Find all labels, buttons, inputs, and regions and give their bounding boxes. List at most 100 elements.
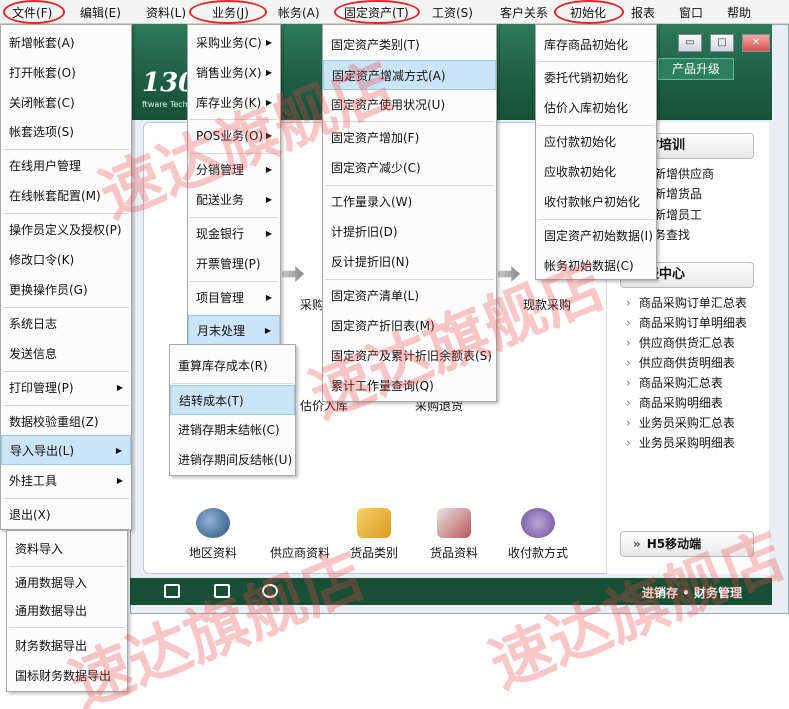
- report-link[interactable]: › 业务员采购汇总表: [626, 414, 735, 431]
- fixed-assets-item[interactable]: 固定资产使用状况(U): [323, 90, 496, 120]
- report-link[interactable]: › 商品采购订单明细表: [626, 314, 747, 331]
- file-menu-item[interactable]: 更换操作员(G): [1, 275, 131, 305]
- menu-payroll[interactable]: 工资(S): [432, 4, 473, 21]
- training-item[interactable]: 新增货品: [654, 185, 702, 202]
- business-menu-item[interactable]: 项目管理 ▶: [188, 283, 280, 313]
- business-menu-item[interactable]: 库存业务(K) ▶: [188, 88, 280, 118]
- month-end-item[interactable]: 进销存期末结帐(C): [170, 415, 295, 445]
- file-menu-item[interactable]: 打开帐套(O): [1, 58, 131, 88]
- report-link[interactable]: › 商品采购明细表: [626, 394, 723, 411]
- init-menu-item[interactable]: 应付款初始化: [536, 127, 656, 157]
- upgrade-button[interactable]: 产品升级: [658, 58, 734, 80]
- file-menu-item[interactable]: 外挂工具 ▶: [1, 466, 131, 496]
- menu-separator: [3, 371, 129, 372]
- menu-edit[interactable]: 编辑(E): [80, 4, 121, 21]
- menu-reports[interactable]: 报表: [631, 4, 655, 21]
- report-link[interactable]: › 商品采购汇总表: [626, 374, 723, 391]
- import-export-item[interactable]: 资料导入: [7, 534, 127, 564]
- month-end-item[interactable]: 进销存期间反结帐(U): [170, 445, 295, 475]
- fixed-assets-item[interactable]: 累计工作量查询(Q): [323, 371, 496, 401]
- minimize-button[interactable]: ▭: [678, 34, 702, 52]
- file-menu-item[interactable]: 退出(X): [1, 500, 131, 530]
- report-link[interactable]: › 供应商供货汇总表: [626, 334, 735, 351]
- menu-accounts[interactable]: 帐务(A): [278, 4, 320, 21]
- file-menu-item[interactable]: 系统日志: [1, 309, 131, 339]
- init-menu-item[interactable]: 固定资产初始数据(I): [536, 221, 656, 251]
- file-menu-item[interactable]: 帐套选项(S): [1, 117, 131, 147]
- region-data-shortcut[interactable]: 地区资料: [180, 508, 246, 561]
- fixed-assets-item[interactable]: 固定资产减少(C): [323, 153, 496, 183]
- menu-help[interactable]: 帮助: [727, 4, 751, 21]
- book-icon[interactable]: [164, 584, 180, 598]
- init-menu-item[interactable]: 委托代销初始化: [536, 63, 656, 93]
- report-link[interactable]: › 业务员采购明细表: [626, 434, 735, 451]
- file-menu-item[interactable]: 在线用户管理: [1, 151, 131, 181]
- close-icon[interactable]: ✕: [742, 34, 770, 52]
- business-menu-item[interactable]: 销售业务(X) ▶: [188, 58, 280, 88]
- supplier-data-shortcut[interactable]: 供应商资料: [264, 508, 336, 561]
- business-menu-item[interactable]: 现金银行 ▶: [188, 219, 280, 249]
- fixed-assets-item[interactable]: 固定资产清单(L): [323, 281, 496, 311]
- fixed-assets-item[interactable]: 工作量录入(W): [323, 187, 496, 217]
- training-item[interactable]: 新增员工: [654, 206, 702, 223]
- check-icon[interactable]: [262, 584, 278, 598]
- fixed-assets-item[interactable]: 固定资产及累计折旧余额表(S): [323, 341, 496, 371]
- import-export-item[interactable]: 通用数据导入: [7, 568, 127, 598]
- file-menu-item-selected[interactable]: 导入导出(L) ▶: [1, 435, 131, 465]
- maximize-button[interactable]: □: [710, 34, 734, 52]
- init-menu-item[interactable]: 帐务初始数据(C): [536, 251, 656, 281]
- purchase-label[interactable]: 采购: [300, 296, 324, 313]
- business-menu-item[interactable]: 采购业务(C) ▶: [188, 28, 280, 58]
- file-menu-item[interactable]: 操作员定义及授权(P): [1, 215, 131, 245]
- init-menu-item[interactable]: 收付款帐户初始化: [536, 187, 656, 217]
- business-menu-item-selected[interactable]: 月末处理 ▶: [188, 315, 280, 345]
- file-menu-item[interactable]: 数据校验重组(Z): [1, 407, 131, 437]
- init-menu-item[interactable]: 应收款初始化: [536, 157, 656, 187]
- report-link[interactable]: › 供应商供货明细表: [626, 354, 735, 371]
- fixed-assets-item[interactable]: 固定资产折旧表(M): [323, 311, 496, 341]
- fixed-assets-item[interactable]: 固定资产类别(T): [323, 30, 496, 60]
- file-menu-item[interactable]: 新增帐套(A): [1, 28, 131, 58]
- import-export-item[interactable]: 国标财务数据导出: [7, 661, 127, 691]
- goods-category-shortcut[interactable]: 货品类别: [342, 508, 406, 561]
- menu-separator: [3, 307, 129, 308]
- init-menu-item[interactable]: 库存商品初始化: [536, 30, 656, 60]
- submenu-arrow-icon: ▶: [265, 293, 272, 302]
- goods-list-icon: [437, 508, 471, 538]
- h5-mobile-button[interactable]: » H5移动端: [620, 531, 754, 557]
- init-menu-item[interactable]: 估价入库初始化: [536, 93, 656, 123]
- month-end-item-selected[interactable]: 结转成本(T): [170, 385, 295, 415]
- business-menu-item[interactable]: 分销管理 ▶: [188, 155, 280, 185]
- cash-purchase-label[interactable]: 现款采购: [523, 296, 571, 313]
- shortcut-label: 货品类别: [349, 546, 398, 560]
- fixed-assets-item[interactable]: 计提折旧(D): [323, 217, 496, 247]
- file-menu-item[interactable]: 关闭帐套(C): [1, 88, 131, 118]
- copy-icon[interactable]: [214, 584, 230, 598]
- month-end-item[interactable]: 重算库存成本(R): [170, 351, 295, 381]
- file-menu-item[interactable]: 修改口令(K): [1, 245, 131, 275]
- training-item[interactable]: 务查找: [654, 226, 690, 243]
- payment-method-shortcut[interactable]: 收付款方式: [502, 508, 574, 561]
- file-menu-item[interactable]: 在线帐套配置(M): [1, 181, 131, 211]
- file-menu-item[interactable]: 发送信息: [1, 339, 131, 369]
- business-menu-item[interactable]: 配送业务 ▶: [188, 185, 280, 215]
- menu-separator: [3, 498, 129, 499]
- report-link[interactable]: › 商品采购订单汇总表: [626, 294, 747, 311]
- menu-separator: [9, 627, 125, 628]
- submenu-arrow-icon: ▶: [265, 195, 272, 204]
- menu-data[interactable]: 资料(L): [146, 4, 186, 21]
- fixed-assets-item[interactable]: 固定资产增加(F): [323, 123, 496, 153]
- fixed-assets-item[interactable]: 反计提折旧(N): [323, 247, 496, 277]
- business-menu-label: 现金银行: [196, 227, 245, 241]
- file-menu-item[interactable]: 打印管理(P) ▶: [1, 373, 131, 403]
- import-export-item[interactable]: 财务数据导出: [7, 631, 127, 661]
- import-export-item[interactable]: 通用数据导出: [7, 596, 127, 626]
- business-menu-item[interactable]: 开票管理(P): [188, 249, 280, 279]
- submenu-arrow-icon: ▶: [115, 446, 122, 455]
- menu-crm[interactable]: 客户关系: [500, 4, 548, 21]
- business-menu-item[interactable]: POS业务(O) ▶: [188, 121, 280, 151]
- menu-window[interactable]: 窗口: [679, 4, 703, 21]
- goods-data-shortcut[interactable]: 货品资料: [422, 508, 486, 561]
- fixed-assets-item-selected[interactable]: 固定资产增减方式(A): [323, 60, 496, 90]
- training-item[interactable]: 新增供应商: [654, 165, 714, 182]
